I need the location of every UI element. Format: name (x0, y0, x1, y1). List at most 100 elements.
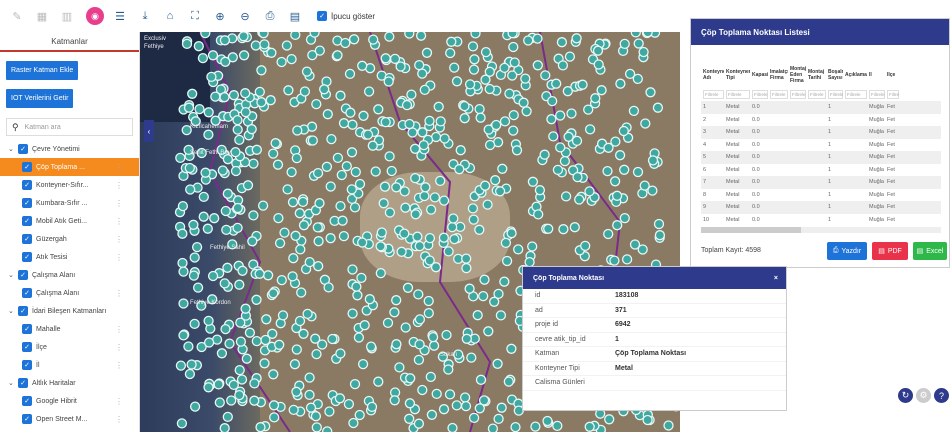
map-marker[interactable] (286, 53, 297, 65)
add-raster-layer-button[interactable]: Raster Katman Ekle (6, 61, 79, 80)
map-marker[interactable] (429, 192, 441, 203)
map-marker[interactable] (479, 180, 491, 191)
collapse-left-panel-button[interactable]: ‹ (144, 120, 154, 142)
map-marker[interactable] (234, 279, 245, 290)
map-marker[interactable] (332, 152, 344, 164)
layer-item[interactable]: ✓ Mobil Atık Geti... ⋮ (0, 212, 139, 230)
map-marker[interactable] (404, 118, 415, 130)
table-icon[interactable]: ▥ (56, 5, 78, 27)
map-marker[interactable] (640, 118, 651, 129)
horizontal-scrollbar[interactable] (701, 227, 941, 233)
map-marker[interactable] (232, 124, 243, 135)
map-marker[interactable] (220, 205, 231, 217)
map-marker[interactable] (449, 233, 460, 245)
map-marker[interactable] (283, 85, 294, 96)
map-marker[interactable] (370, 166, 381, 177)
checkbox-icon[interactable]: ✓ (18, 270, 28, 280)
map-marker[interactable] (256, 97, 267, 108)
map-marker[interactable] (273, 212, 284, 224)
map-marker[interactable] (287, 271, 298, 282)
map-marker[interactable] (459, 100, 470, 112)
map-marker[interactable] (633, 38, 644, 49)
map-marker[interactable] (444, 389, 456, 400)
map-marker[interactable] (310, 411, 322, 422)
map-marker[interactable] (466, 352, 477, 363)
map-marker[interactable] (404, 413, 415, 424)
map-marker[interactable] (247, 236, 258, 247)
map-marker[interactable] (499, 116, 511, 127)
map-marker[interactable] (347, 308, 358, 319)
checkbox-icon[interactable]: ✓ (22, 288, 32, 298)
edit-icon[interactable]: ✎ (6, 5, 28, 27)
map-marker[interactable] (198, 211, 209, 222)
map-marker[interactable] (433, 101, 444, 112)
checkbox-icon[interactable]: ✓ (22, 198, 32, 208)
checkbox-icon[interactable]: ✓ (22, 216, 32, 226)
map-marker[interactable] (496, 402, 507, 413)
map-marker[interactable] (299, 86, 311, 97)
map-marker[interactable] (438, 195, 450, 206)
map-marker[interactable] (539, 149, 550, 160)
map-marker[interactable] (451, 76, 463, 87)
map-marker[interactable] (222, 154, 234, 165)
map-marker[interactable] (246, 124, 257, 135)
map-marker[interactable] (266, 47, 277, 58)
map-marker[interactable] (441, 329, 452, 341)
map-marker[interactable] (228, 90, 240, 101)
map-marker[interactable] (518, 97, 529, 108)
map-marker[interactable] (612, 220, 623, 231)
map-marker[interactable] (340, 37, 351, 49)
map-marker[interactable] (596, 85, 607, 96)
map-marker[interactable] (375, 241, 386, 252)
map-marker[interactable] (241, 353, 252, 364)
map-marker[interactable] (291, 386, 302, 397)
map-marker[interactable] (383, 76, 394, 87)
map-marker[interactable] (177, 228, 188, 239)
checkbox-icon[interactable]: ✓ (22, 414, 32, 424)
map-marker[interactable] (490, 175, 501, 186)
map-marker[interactable] (464, 79, 476, 90)
map-marker[interactable] (532, 33, 543, 44)
map-marker[interactable] (304, 372, 315, 383)
more-options-icon[interactable]: ⋮ (115, 361, 123, 370)
map-marker[interactable] (335, 90, 346, 101)
table-row[interactable]: 8 Metal 0.0 1 Muğla Fet (701, 189, 941, 202)
map-marker[interactable] (402, 282, 414, 293)
map-marker[interactable] (188, 219, 199, 230)
map-marker[interactable] (654, 230, 666, 241)
map-marker[interactable] (312, 222, 323, 233)
map-marker[interactable] (459, 113, 470, 124)
map-marker[interactable] (493, 413, 504, 425)
map-marker[interactable] (255, 422, 266, 432)
map-marker[interactable] (177, 200, 189, 212)
map-marker[interactable] (632, 73, 643, 85)
map-marker[interactable] (435, 175, 446, 187)
map-marker[interactable] (363, 86, 375, 97)
get-iot-data-button[interactable]: IOT Verilerini Getir (6, 89, 74, 108)
map-marker[interactable] (251, 144, 262, 155)
map-marker[interactable] (350, 166, 361, 178)
map-marker[interactable] (533, 209, 544, 220)
map-marker[interactable] (334, 393, 346, 404)
map-marker[interactable] (224, 338, 235, 349)
home-icon[interactable]: ⌂ (159, 5, 181, 27)
map-marker[interactable] (238, 32, 249, 42)
map-marker[interactable] (298, 328, 309, 339)
map-marker[interactable] (602, 165, 613, 177)
layer-item[interactable]: ✓ Kumbara-Sıfır ... ⋮ (0, 194, 139, 212)
map-marker[interactable] (614, 150, 626, 161)
map-marker[interactable] (603, 228, 614, 240)
map-marker[interactable] (419, 84, 430, 96)
map-marker[interactable] (621, 254, 633, 265)
map-marker[interactable] (256, 65, 267, 76)
map-marker[interactable] (288, 404, 299, 416)
print-icon[interactable]: ⎙ (259, 5, 281, 27)
map-marker[interactable] (268, 400, 280, 411)
fullscreen-icon[interactable]: ⛶ (184, 5, 206, 27)
map-marker[interactable] (307, 135, 318, 146)
map-marker[interactable] (210, 91, 221, 102)
pdf-button[interactable]: ▤ PDF (872, 242, 908, 260)
map-marker[interactable] (232, 114, 243, 126)
map-marker[interactable] (294, 208, 305, 219)
map-marker[interactable] (230, 146, 241, 158)
